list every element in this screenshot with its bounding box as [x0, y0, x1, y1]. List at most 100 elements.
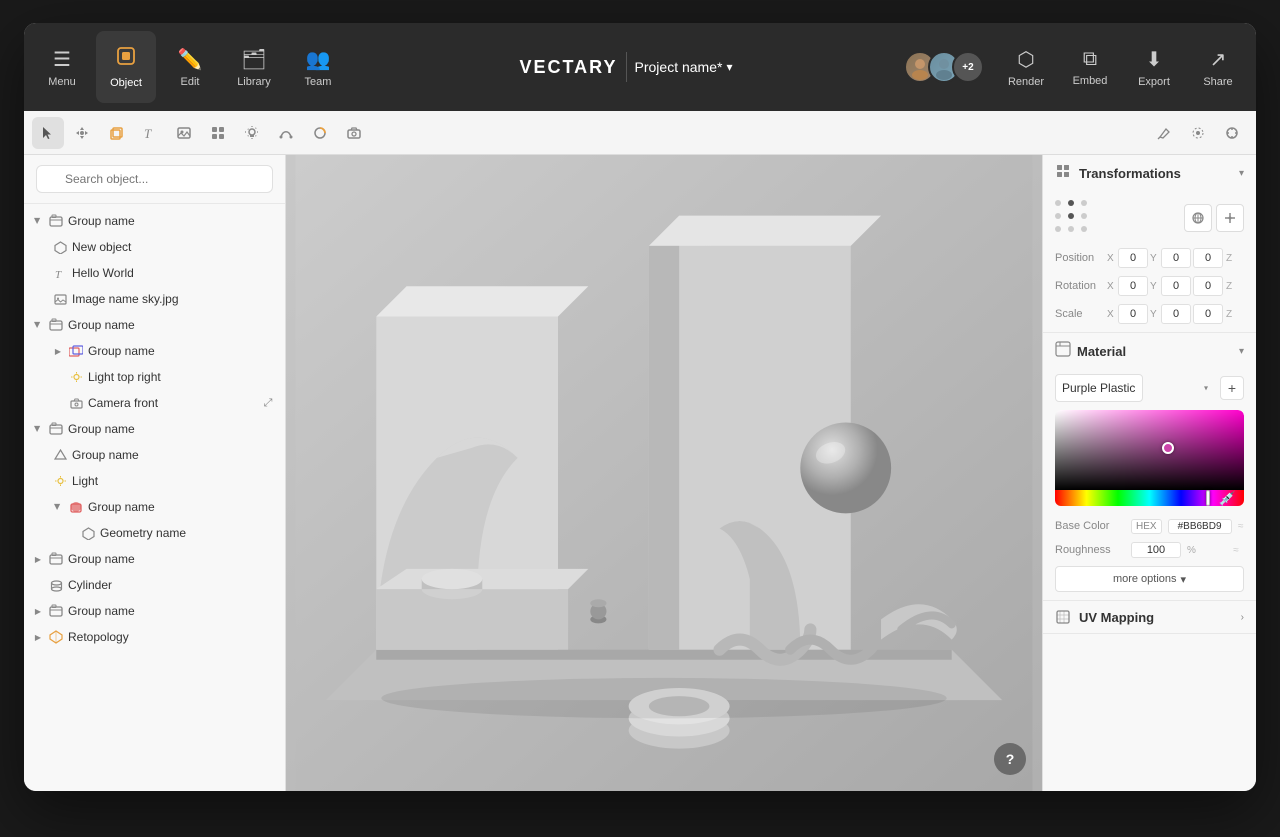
- tree-arrow-group3[interactable]: ▶: [32, 423, 44, 435]
- tree-label-retopo: Retopology: [68, 630, 277, 644]
- curve-tool[interactable]: [270, 117, 302, 149]
- tree-label-group5: Group name: [68, 604, 277, 618]
- hue-cursor[interactable]: [1206, 490, 1210, 506]
- menu-button[interactable]: ☰ Menu: [32, 31, 92, 103]
- expand-btn[interactable]: ⤢: [259, 394, 277, 412]
- tree-item-group1[interactable]: ▶ Group name 👁 🔒 ⋯: [24, 208, 285, 234]
- tree-arrow-retopo[interactable]: ▶: [32, 631, 44, 643]
- color-gradient-area[interactable]: [1055, 410, 1244, 490]
- tree-item-group3b[interactable]: ▶ Group name: [24, 494, 285, 520]
- material-select[interactable]: Purple Plastic: [1055, 374, 1143, 402]
- scale-y-axis: Y: [1150, 304, 1191, 324]
- light-tool[interactable]: [236, 117, 268, 149]
- scale-y-input[interactable]: [1161, 304, 1191, 324]
- tree-item-group2[interactable]: ▶ Group name: [24, 312, 285, 338]
- uv-mapping-header[interactable]: UV Mapping ›: [1043, 601, 1256, 633]
- tree-arrow-group3b[interactable]: ▶: [52, 501, 64, 513]
- tree-item-group2a[interactable]: ▶ Group name: [24, 338, 285, 364]
- edit-button[interactable]: ✏️ Edit: [160, 31, 220, 103]
- vertex-tool[interactable]: [1182, 117, 1214, 149]
- roughness-reset-btn[interactable]: ≈: [1228, 542, 1244, 558]
- search-input[interactable]: [36, 165, 273, 193]
- tree-arrow-group4[interactable]: ▶: [32, 553, 44, 565]
- position-x-input[interactable]: [1118, 248, 1148, 268]
- transformations-collapse-btn[interactable]: ▾: [1239, 168, 1244, 179]
- library-label: Library: [237, 76, 271, 88]
- base-color-reset-btn[interactable]: ≈: [1238, 518, 1244, 534]
- help-button[interactable]: ?: [994, 743, 1026, 775]
- tree-item-retopo[interactable]: ▶ Retopology: [24, 624, 285, 650]
- tree-label-group1: Group name: [68, 214, 277, 228]
- canvas-area[interactable]: ?: [286, 155, 1042, 791]
- position-row: Position X Y Z: [1043, 244, 1256, 272]
- transformations-header[interactable]: Transformations ▾: [1043, 155, 1256, 192]
- render-button[interactable]: ⬡ Render: [996, 31, 1056, 103]
- tree-item-newobj[interactable]: New object: [24, 234, 285, 260]
- world-mode-btn[interactable]: [1184, 204, 1212, 232]
- camera-tool[interactable]: [338, 117, 370, 149]
- position-z-input[interactable]: [1193, 248, 1223, 268]
- transform-pivot-area: [1043, 192, 1256, 244]
- tree-arrow-group2[interactable]: ▶: [32, 319, 44, 331]
- pivot-dot-grid[interactable]: [1055, 200, 1091, 236]
- tree-arrow-group1[interactable]: ▶: [32, 215, 44, 227]
- material-section: Material ▾ Purple Plastic ▾ +: [1043, 333, 1256, 601]
- scale-x-input[interactable]: [1118, 304, 1148, 324]
- tree-arrow-group5[interactable]: ▶: [32, 605, 44, 617]
- share-button[interactable]: ↗ Share: [1188, 31, 1248, 103]
- transformations-section: Transformations ▾: [1043, 155, 1256, 333]
- tree-item-group4[interactable]: ▶ Group name: [24, 546, 285, 572]
- tree-item-light1[interactable]: Light top right: [24, 364, 285, 390]
- roughness-value[interactable]: [1131, 542, 1181, 558]
- rotation-label: Rotation: [1055, 280, 1103, 292]
- export-button[interactable]: ⬇ Export: [1124, 31, 1184, 103]
- avatar-count[interactable]: +2: [952, 51, 984, 83]
- rotation-z-input[interactable]: [1193, 276, 1223, 296]
- text-tool[interactable]: T: [134, 117, 166, 149]
- library-button[interactable]: 🗂 Library: [224, 31, 284, 103]
- eyedropper-btn[interactable]: 💉: [1219, 490, 1236, 506]
- snap-tool[interactable]: [1216, 117, 1248, 149]
- image-tool[interactable]: [168, 117, 200, 149]
- material-collapse-btn[interactable]: ▾: [1239, 346, 1244, 357]
- svg-text:T: T: [144, 126, 152, 141]
- material-tool[interactable]: [304, 117, 336, 149]
- material-header[interactable]: Material ▾: [1043, 333, 1256, 370]
- tree-item-group3[interactable]: ▶ Group name: [24, 416, 285, 442]
- transform-tool[interactable]: [66, 117, 98, 149]
- tree-arrow-group2a[interactable]: ▶: [52, 345, 64, 357]
- tree-item-light2[interactable]: Light: [24, 468, 285, 494]
- add-material-button[interactable]: +: [1220, 376, 1244, 400]
- tree-item-hello[interactable]: T Hello World: [24, 260, 285, 286]
- color-picker-cursor[interactable]: [1162, 442, 1174, 454]
- base-color-mode-btn[interactable]: HEX: [1131, 519, 1162, 534]
- tree-item-img[interactable]: Image name sky.jpg: [24, 286, 285, 312]
- tree-label-geo1: Geometry name: [100, 526, 277, 540]
- cube-tool[interactable]: [100, 117, 132, 149]
- export-label: Export: [1138, 76, 1170, 88]
- project-name-button[interactable]: Project name*: [635, 59, 733, 75]
- embed-button[interactable]: ⧉ Embed: [1060, 31, 1120, 103]
- rotation-y-input[interactable]: [1161, 276, 1191, 296]
- hue-strip[interactable]: [1055, 490, 1244, 506]
- more-options-button[interactable]: more options ▾: [1055, 566, 1244, 592]
- uv-mapping-expand-btn[interactable]: ›: [1241, 612, 1244, 623]
- grid-tool[interactable]: [202, 117, 234, 149]
- pen-tool[interactable]: [1148, 117, 1180, 149]
- tree-item-cylinder[interactable]: Cylinder: [24, 572, 285, 598]
- object-button[interactable]: Object: [96, 31, 156, 103]
- position-y-input[interactable]: [1161, 248, 1191, 268]
- scale-z-input[interactable]: [1193, 304, 1223, 324]
- local-mode-btn[interactable]: [1216, 204, 1244, 232]
- tree-label-light1: Light top right: [88, 370, 277, 384]
- base-color-value[interactable]: [1168, 519, 1232, 534]
- team-button[interactable]: 👥 Team: [288, 31, 348, 103]
- tree-item-geo1[interactable]: Geometry name: [24, 520, 285, 546]
- select-tool[interactable]: [32, 117, 64, 149]
- tree-item-cam1[interactable]: Camera front ⤢: [24, 390, 285, 416]
- tree-item-group3a[interactable]: Group name: [24, 442, 285, 468]
- rotation-x-input[interactable]: [1118, 276, 1148, 296]
- color-picker[interactable]: 💉: [1055, 410, 1244, 506]
- dot-br: [1081, 226, 1087, 232]
- tree-item-group5[interactable]: ▶ Group name: [24, 598, 285, 624]
